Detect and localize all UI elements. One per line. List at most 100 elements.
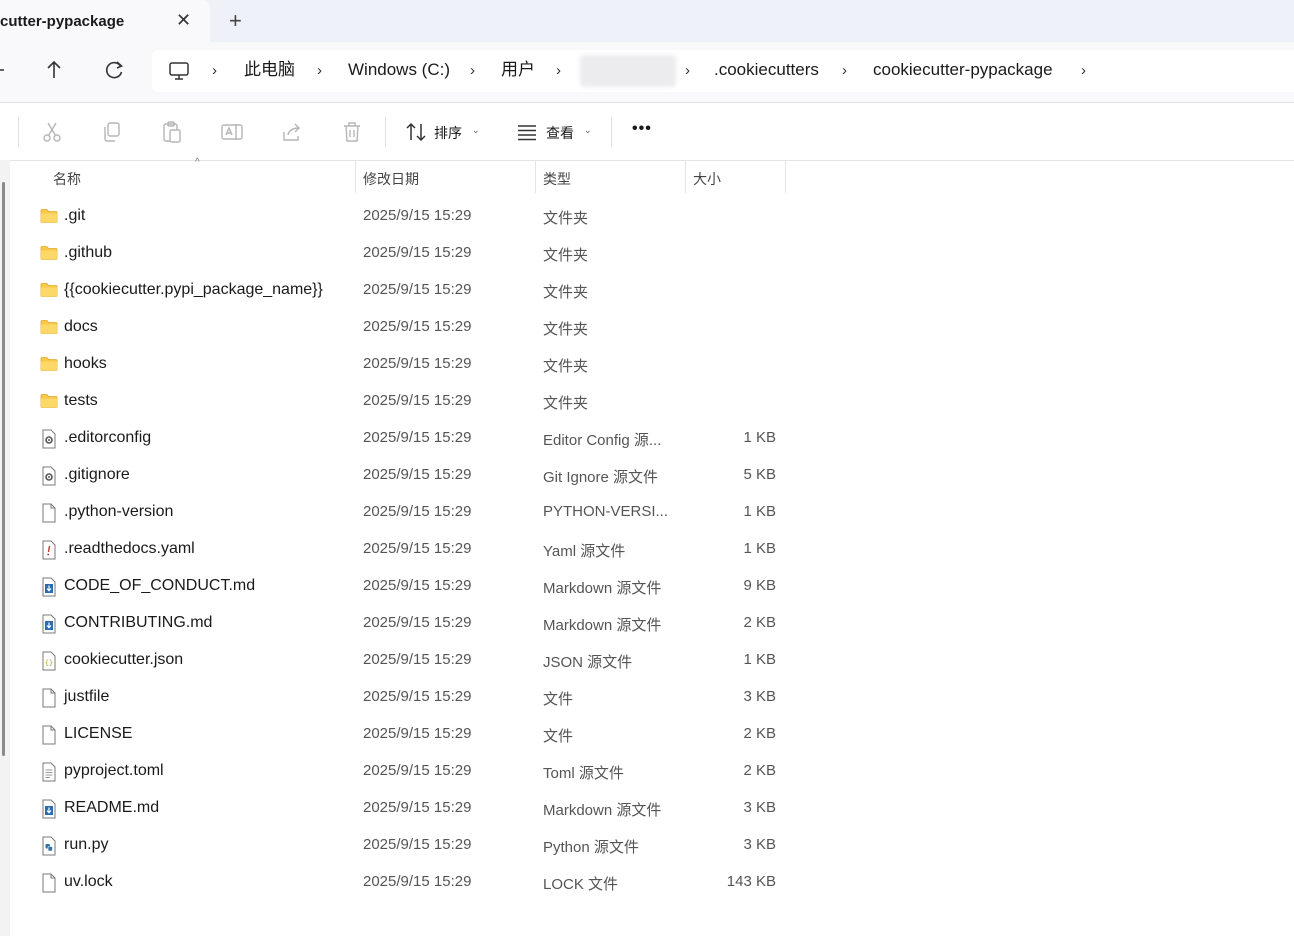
chevron-down-icon[interactable]: ⌄ (584, 125, 592, 136)
file-modified-date: 2025/9/15 15:29 (363, 836, 472, 853)
file-size: 1 KB (743, 540, 776, 557)
address-bar[interactable]: › 此电脑 › Windows (C:) › 用户 › › .cookiecut… (152, 50, 1294, 92)
file-size: 1 KB (743, 429, 776, 446)
file-name[interactable]: uv.lock (64, 873, 113, 891)
more-options-button[interactable]: ••• (632, 120, 652, 138)
file-name[interactable]: hooks (64, 355, 107, 373)
file-row[interactable]: .git 2025/9/15 15:29 文件夹 (30, 198, 1270, 235)
column-header-name[interactable]: 名称 (53, 169, 81, 189)
column-header-size[interactable]: 大小 (693, 169, 721, 189)
breadcrumb-chevron-icon[interactable]: › (556, 61, 561, 81)
file-name[interactable]: docs (64, 318, 98, 336)
refresh-icon[interactable] (98, 54, 130, 86)
breadcrumb-cookiecutters[interactable]: .cookiecutters (714, 60, 819, 80)
file-row[interactable]: run.py 2025/9/15 15:29 Python 源文件 3 KB (30, 827, 1270, 864)
file-row[interactable]: CONTRIBUTING.md 2025/9/15 15:29 Markdown 源… (30, 605, 1270, 642)
navigation-pane-scrollbar[interactable] (2, 182, 5, 756)
file-name[interactable]: .editorconfig (64, 429, 151, 447)
cut-icon[interactable] (40, 120, 64, 144)
delete-icon[interactable] (340, 120, 364, 144)
sort-button[interactable]: 排序 (434, 123, 462, 143)
file-name[interactable]: justfile (64, 688, 109, 706)
folder-icon (40, 244, 58, 263)
file-type: Markdown 源文件 (543, 580, 662, 597)
divider (611, 117, 612, 147)
file-row[interactable]: .python-version 2025/9/15 15:29 PYTHON-VER… (30, 494, 1270, 531)
breadcrumb-chevron-icon[interactable]: › (842, 61, 847, 81)
file-name[interactable]: README.md (64, 799, 159, 817)
file-row[interactable]: tests 2025/9/15 15:29 文件夹 (30, 383, 1270, 420)
sort-icon[interactable] (404, 120, 428, 144)
close-tab-icon[interactable]: ✕ (176, 10, 191, 30)
column-header-modified[interactable]: 修改日期 (363, 169, 419, 189)
file-type: Yaml 源文件 (543, 543, 626, 560)
file-name[interactable]: .git (64, 207, 85, 225)
file-row[interactable]: .readthedocs.yaml 2025/9/15 15:29 Yaml 源文件… (30, 531, 1270, 568)
chevron-down-icon[interactable]: ⌄ (472, 125, 480, 136)
file-name[interactable]: run.py (64, 836, 108, 854)
file-row[interactable]: docs 2025/9/15 15:29 文件夹 (30, 309, 1270, 346)
column-divider[interactable] (355, 161, 356, 193)
file-row[interactable]: .gitignore 2025/9/15 15:29 Git Ignore 源文件 5… (30, 457, 1270, 494)
file-name[interactable]: CODE_OF_CONDUCT.md (64, 577, 255, 595)
file-row[interactable]: justfile 2025/9/15 15:29 文件 3 KB (30, 679, 1270, 716)
file-size: 2 KB (743, 725, 776, 742)
file-name[interactable]: .readthedocs.yaml (64, 540, 195, 558)
file-row[interactable]: CODE_OF_CONDUCT.md 2025/9/15 15:29 Markdow… (30, 568, 1270, 605)
file-type: Markdown 源文件 (543, 617, 662, 634)
column-header-type[interactable]: 类型 (543, 169, 571, 189)
file-name[interactable]: .github (64, 244, 112, 262)
file-row[interactable]: .github 2025/9/15 15:29 文件夹 (30, 235, 1270, 272)
breadcrumb-redacted-username[interactable] (580, 55, 676, 87)
back-icon[interactable] (0, 54, 18, 86)
column-divider[interactable] (535, 161, 536, 193)
file-size: 3 KB (743, 799, 776, 816)
file-size: 5 KB (743, 466, 776, 483)
breadcrumb-this-pc[interactable]: 此电脑 (244, 60, 295, 80)
file-name[interactable]: pyproject.toml (64, 762, 164, 780)
file-name[interactable]: cookiecutter.json (64, 651, 183, 669)
rename-icon[interactable] (220, 120, 244, 144)
file-size: 2 KB (743, 762, 776, 779)
breadcrumb-chevron-icon[interactable]: › (1081, 61, 1086, 81)
file-row[interactable]: hooks 2025/9/15 15:29 文件夹 (30, 346, 1270, 383)
file-name[interactable]: {{cookiecutter.pypi_package_name}} (64, 281, 323, 299)
breadcrumb-users[interactable]: 用户 (501, 60, 535, 80)
share-icon[interactable] (280, 120, 304, 144)
active-tab[interactable]: cutter-pypackage ✕ (0, 0, 210, 44)
column-divider[interactable] (785, 161, 786, 193)
breadcrumb-chevron-icon[interactable]: › (212, 61, 217, 81)
breadcrumb-cookiecutter-pypackage[interactable]: cookiecutter-pypackage (873, 60, 1053, 80)
breadcrumb-drive-c[interactable]: Windows (C:) (348, 60, 450, 80)
file-modified-date: 2025/9/15 15:29 (363, 207, 472, 224)
file-modified-date: 2025/9/15 15:29 (363, 392, 472, 409)
paste-icon[interactable] (160, 120, 184, 144)
file-row[interactable]: pyproject.toml 2025/9/15 15:29 Toml 源文件 2 K… (30, 753, 1270, 790)
file-size: 1 KB (743, 503, 776, 520)
python-file-icon (40, 836, 58, 856)
computer-icon[interactable] (168, 60, 190, 82)
copy-icon[interactable] (100, 120, 124, 144)
breadcrumb-chevron-icon[interactable]: › (685, 61, 690, 81)
file-row[interactable]: LICENSE 2025/9/15 15:29 文件 2 KB (30, 716, 1270, 753)
new-tab-button[interactable]: + (229, 9, 242, 33)
file-row[interactable]: uv.lock 2025/9/15 15:29 LOCK 文件 143 KB (30, 864, 1270, 901)
file-name[interactable]: LICENSE (64, 725, 132, 743)
file-name[interactable]: .gitignore (64, 466, 130, 484)
breadcrumb-chevron-icon[interactable]: › (470, 61, 475, 81)
column-divider[interactable] (685, 161, 686, 193)
file-name[interactable]: .python-version (64, 503, 173, 521)
file-row[interactable]: README.md 2025/9/15 15:29 Markdown 源文件 3 KB (30, 790, 1270, 827)
file-size: 3 KB (743, 836, 776, 853)
view-icon[interactable] (516, 120, 540, 144)
file-type: 文件 (543, 691, 574, 708)
breadcrumb-chevron-icon[interactable]: › (317, 61, 322, 81)
file-row[interactable]: {{cookiecutter.pypi_package_name}} 2025/9… (30, 272, 1270, 309)
view-button[interactable]: 查看 (546, 123, 574, 143)
file-row[interactable]: .editorconfig 2025/9/15 15:29 Editor Confi… (30, 420, 1270, 457)
file-name[interactable]: tests (64, 392, 98, 410)
file-row[interactable]: {} cookiecutter.json 2025/9/15 15:29 JSON 源… (30, 642, 1270, 679)
file-size: 143 KB (726, 873, 776, 890)
up-arrow-icon[interactable] (38, 54, 70, 86)
file-name[interactable]: CONTRIBUTING.md (64, 614, 212, 632)
